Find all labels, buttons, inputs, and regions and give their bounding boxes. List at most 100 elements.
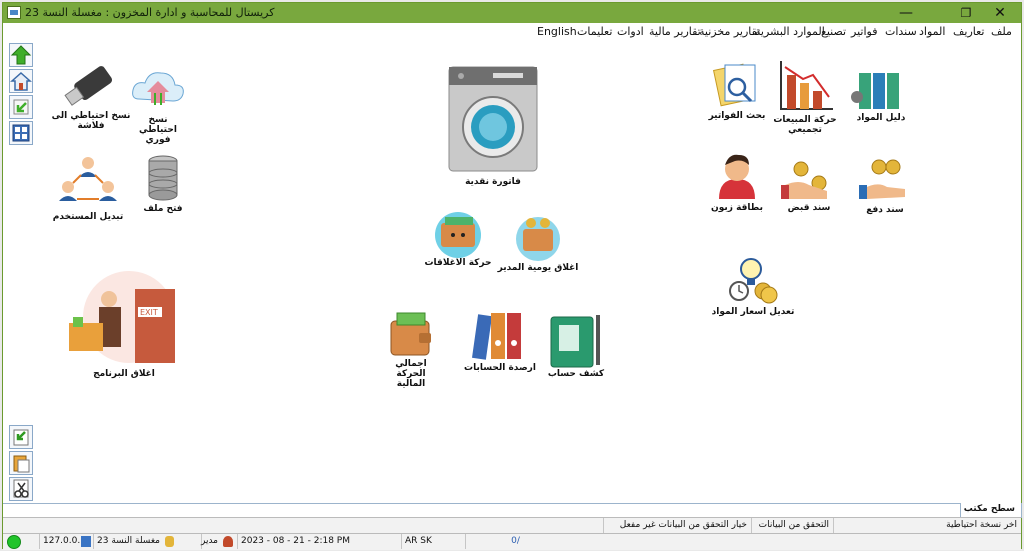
tile-label: تبديل المستخدم	[52, 212, 124, 222]
customer-avatar-icon	[719, 154, 755, 199]
home-button[interactable]	[9, 69, 33, 93]
tile-label: كشف حساب	[547, 369, 605, 379]
usb-flash-icon	[64, 66, 113, 106]
tile-backup-instant[interactable]: نسخ احتياطي فوري	[123, 61, 193, 145]
company-db-icon	[165, 536, 174, 547]
back-button[interactable]	[9, 95, 33, 119]
tile-total-financial[interactable]: اجمالي الحركة المالية	[381, 307, 441, 389]
menu-materials[interactable]: المواد	[919, 25, 945, 38]
menu-english[interactable]: English	[537, 25, 577, 38]
tile-open-file[interactable]: فتح ملف	[133, 153, 193, 229]
paste-icon	[13, 455, 30, 473]
data-check-option-status: خيار التحقق من البيانات غير مفعل	[603, 518, 751, 533]
tile-label: دليل المواد	[856, 113, 906, 123]
desktop-tab-bar: سطح مكتب	[3, 503, 1022, 518]
tile-label: اغلاق البرنامج	[93, 369, 155, 379]
menu-inventory-reports[interactable]: تقارير مخزنية	[699, 25, 760, 38]
wallet-cash-icon	[390, 312, 431, 356]
minimize-icon[interactable]: —	[889, 3, 923, 23]
search-invoice-icon	[712, 63, 756, 107]
database-small-icon	[81, 536, 91, 547]
home-icon	[10, 71, 32, 91]
calculator-icon	[12, 124, 30, 142]
app-window: كريستال للمحاسبة و ادارة المخزون : مغسلة…	[2, 2, 1022, 550]
tile-label: اغلاق يومية المدير	[497, 263, 579, 273]
tile-label: تعديل اسعار المواد	[711, 307, 795, 317]
wallet-icon	[435, 212, 481, 258]
tile-customer-card[interactable]: بطاقة زبون	[707, 149, 767, 213]
tile-close-manager-daily[interactable]: اغلاق يومية المدير	[498, 213, 578, 277]
menu-hr[interactable]: الموارد البشرية	[755, 25, 825, 38]
tile-close-program[interactable]: EXIT اغلاق البرنامج	[59, 269, 189, 379]
coins-hand-icon	[859, 159, 905, 199]
tile-label: حركة المبيعات تجميعي	[773, 115, 837, 135]
title-bar: كريستال للمحاسبة و ادارة المخزون : مغسلة…	[3, 3, 1021, 23]
menu-invoices[interactable]: فواتير	[851, 25, 877, 38]
cut-button[interactable]	[9, 477, 33, 501]
up-arrow-icon	[10, 45, 32, 65]
binders-icon	[472, 313, 521, 360]
tile-label: نسخ احتياطي الى فلاشة	[51, 111, 131, 131]
up-arrow-button[interactable]	[9, 43, 33, 67]
calculator-button[interactable]	[9, 121, 33, 145]
tile-label: بحث الفواتير	[708, 111, 766, 121]
tile-account-statement[interactable]: كشف حساب	[541, 313, 611, 379]
data-check-status: التحقق من البيانات	[751, 518, 833, 533]
desktop-area: نسخ احتياطي الى فلاشة نسخ احتياطي فوري ت…	[3, 41, 1021, 503]
server-ip: 127.0.0.1	[39, 534, 86, 549]
bar-chart-down-icon	[780, 61, 833, 110]
desktop-tab-label: سطح مكتب	[963, 504, 1015, 514]
washing-machine-icon	[448, 66, 538, 172]
import-icon	[13, 429, 29, 446]
status-bar: اخر نسخة احتياطية التحقق من البيانات خيا…	[3, 517, 1021, 534]
lightbulb-coins-icon	[729, 258, 778, 304]
keyboard-language: AR SK	[401, 534, 465, 549]
tile-label: اجمالي الحركة المالية	[395, 359, 427, 389]
app-icon[interactable]	[7, 6, 21, 19]
close-icon[interactable]: ✕	[983, 3, 1017, 23]
cloud-backup-icon	[132, 72, 184, 105]
tile-closings-movement[interactable]: حركة الاغلاقات	[423, 209, 493, 273]
tile-label: بطاقة زبون	[711, 203, 763, 213]
tile-cash-invoice[interactable]: فاتورة نقدية	[443, 63, 543, 187]
tile-label: حركة الاغلاقات	[424, 258, 492, 268]
tile-backup-flash[interactable]: نسخ احتياطي الى فلاشة	[51, 57, 131, 137]
tile-sales-summary[interactable]: حركة المبيعات تجميعي	[773, 57, 837, 137]
page-indicator: 0/	[465, 534, 565, 549]
menu-definitions[interactable]: تعاريف	[953, 25, 984, 38]
tile-label: نسخ احتياطي فوري	[139, 115, 177, 145]
last-backup-status: اخر نسخة احتياطية	[833, 518, 1021, 533]
menu-tools[interactable]: ادوات	[617, 25, 644, 38]
menu-file[interactable]: ملف	[991, 25, 1012, 38]
paste-button[interactable]	[9, 451, 33, 475]
user-icon	[223, 536, 233, 547]
tile-payment-voucher[interactable]: سند دفع	[855, 157, 915, 217]
binders-guide-icon	[851, 73, 899, 109]
tile-label: فاتورة نقدية	[465, 177, 521, 187]
menu-financial-reports[interactable]: تقارير مالية	[649, 25, 701, 38]
money-wallet-icon	[516, 217, 560, 261]
date-time: 2023 - 08 - 21 - 2:18 PM	[237, 534, 350, 549]
return-icon	[13, 99, 29, 115]
current-user: مدير	[201, 534, 221, 549]
import-button[interactable]	[9, 425, 33, 449]
database-icon	[148, 155, 178, 201]
tile-search-invoices[interactable]: بحث الفواتير	[707, 59, 767, 123]
hand-coins-icon	[781, 161, 827, 199]
svg-text:EXIT: EXIT	[140, 308, 158, 317]
tile-materials-guide[interactable]: دليل المواد	[849, 67, 913, 131]
tile-receipt-voucher[interactable]: سند قبض	[779, 155, 839, 215]
menu-help[interactable]: تعليمات	[577, 25, 612, 38]
restore-icon[interactable]: ❐	[949, 3, 983, 23]
tile-switch-user[interactable]: تبديل المستخدم	[53, 151, 123, 229]
tile-label: فتح ملف	[143, 204, 183, 214]
tile-label: سند دفع	[866, 205, 904, 215]
company-name: مغسلة النسة 23	[93, 534, 163, 549]
window-title: كريستال للمحاسبة و ادارة المخزون : مغسلة…	[25, 6, 275, 19]
notebook-icon	[550, 315, 600, 368]
tile-account-balances[interactable]: ارصدة الحسابات	[464, 309, 536, 373]
menu-vouchers[interactable]: سندات	[885, 25, 917, 38]
users-network-icon	[59, 157, 117, 201]
tile-edit-prices[interactable]: تعديل اسعار المواد	[711, 255, 795, 319]
menu-bar: ملف تعاريف المواد سندات فواتير تصنيع الم…	[3, 23, 1021, 41]
